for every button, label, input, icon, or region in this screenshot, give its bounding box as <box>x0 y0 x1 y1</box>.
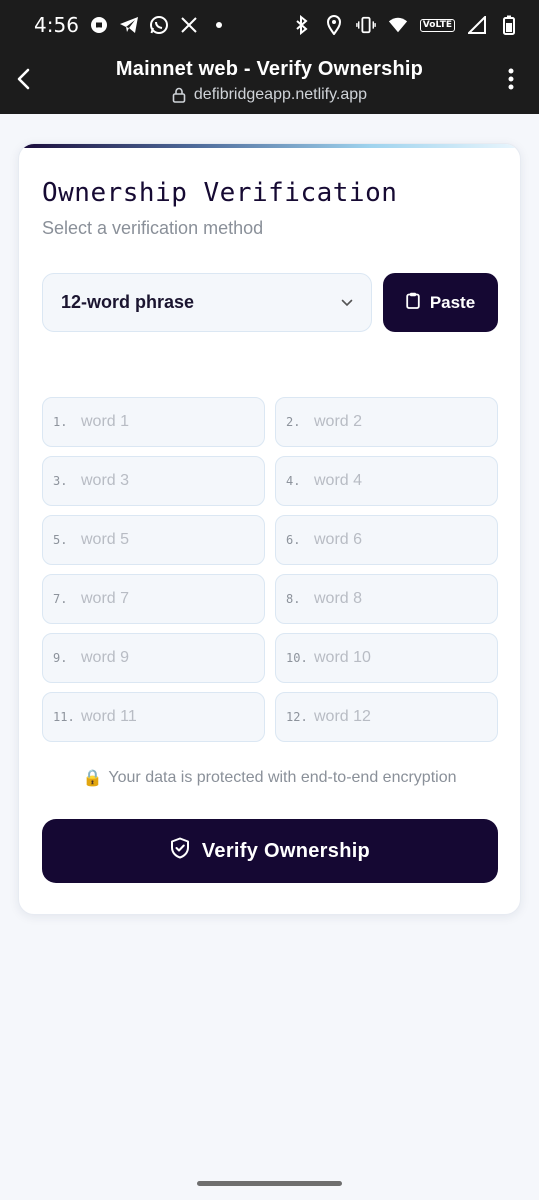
bluetooth-icon <box>292 15 312 35</box>
word-number: 10. <box>286 651 308 665</box>
word-field[interactable]: 8. <box>275 574 498 624</box>
battery-icon <box>499 15 519 35</box>
location-icon <box>324 15 344 35</box>
word-input[interactable] <box>81 649 251 667</box>
status-time: 4:56 <box>34 13 79 37</box>
word-input[interactable] <box>314 590 484 608</box>
verify-ownership-button[interactable]: Verify Ownership <box>42 819 498 883</box>
card-accent-bar <box>19 144 520 148</box>
chevron-down-icon <box>341 299 353 307</box>
word-number: 1. <box>53 415 68 429</box>
word-input[interactable] <box>81 590 251 608</box>
word-input[interactable] <box>81 708 251 726</box>
url-text: defibridgeapp.netlify.app <box>193 86 368 103</box>
more-vertical-icon <box>508 68 514 90</box>
padlock-icon: 🔒 <box>82 770 103 787</box>
word-input[interactable] <box>314 531 484 549</box>
verify-button-label: Verify Ownership <box>201 839 371 862</box>
word-number: 6. <box>286 533 301 547</box>
more-options-button[interactable] <box>501 64 521 94</box>
status-bar: 4:56 VoLTE <box>0 0 539 50</box>
word-field[interactable]: 11. <box>42 692 265 742</box>
back-button[interactable] <box>8 64 38 94</box>
page-title: Mainnet web - Verify Ownership <box>115 58 424 80</box>
home-indicator[interactable] <box>197 1181 342 1186</box>
word-field[interactable]: 4. <box>275 456 498 506</box>
word-input[interactable] <box>314 708 484 726</box>
word-field[interactable]: 5. <box>42 515 265 565</box>
volte-badge: VoLTE <box>419 18 455 32</box>
word-input[interactable] <box>81 531 251 549</box>
page-url[interactable]: defibridgeapp.netlify.app <box>60 86 479 104</box>
browser-bar: Mainnet web - Verify Ownership defibridg… <box>0 50 539 114</box>
word-number: 12. <box>286 710 308 724</box>
whatsapp-icon <box>149 15 169 35</box>
word-field[interactable]: 1. <box>42 397 265 447</box>
word-number: 11. <box>53 710 75 724</box>
word-field[interactable]: 12. <box>275 692 498 742</box>
vibrate-icon <box>355 15 376 35</box>
card-title: Ownership Verification <box>42 178 398 208</box>
word-number: 3. <box>53 474 68 488</box>
word-number: 5. <box>53 533 68 547</box>
method-select-value: 12-word phrase <box>61 292 195 312</box>
back-arrow-icon <box>17 68 30 90</box>
word-number: 7. <box>53 592 68 606</box>
word-field[interactable]: 3. <box>42 456 265 506</box>
verification-card: Ownership Verification Select a verifica… <box>18 143 521 915</box>
wifi-icon <box>388 15 408 35</box>
word-number: 8. <box>286 592 301 606</box>
shield-check-icon <box>170 837 190 865</box>
word-number: 2. <box>286 415 301 429</box>
x-icon <box>179 15 199 35</box>
word-input[interactable] <box>314 413 484 431</box>
signal-icon <box>467 15 487 35</box>
word-field[interactable]: 6. <box>275 515 498 565</box>
security-note: 🔒 Your data is protected with end-to-end… <box>19 768 520 788</box>
status-right-icons: VoLTE <box>292 15 519 35</box>
status-left-icons <box>89 15 229 35</box>
card-subtitle: Select a verification method <box>42 218 264 238</box>
telegram-icon <box>119 15 139 35</box>
paste-button[interactable]: Paste <box>383 273 498 332</box>
paste-button-label: Paste <box>429 292 476 312</box>
word-input[interactable] <box>314 649 484 667</box>
dot-icon <box>209 15 229 35</box>
word-field[interactable]: 2. <box>275 397 498 447</box>
word-field[interactable]: 9. <box>42 633 265 683</box>
word-input[interactable] <box>81 413 251 431</box>
seed-words-grid: 1. 2. 3. 4. 5. 6. 7. 8. 9. 10. 11. 12. <box>42 397 498 742</box>
lock-icon <box>172 87 186 103</box>
notification-icon <box>89 15 109 35</box>
word-input[interactable] <box>314 472 484 490</box>
clipboard-icon <box>406 292 420 314</box>
word-number: 4. <box>286 474 301 488</box>
security-note-text: Your data is protected with end-to-end e… <box>108 769 457 786</box>
word-number: 9. <box>53 651 68 665</box>
word-field[interactable]: 10. <box>275 633 498 683</box>
word-field[interactable]: 7. <box>42 574 265 624</box>
word-input[interactable] <box>81 472 251 490</box>
method-select[interactable]: 12-word phrase <box>42 273 372 332</box>
